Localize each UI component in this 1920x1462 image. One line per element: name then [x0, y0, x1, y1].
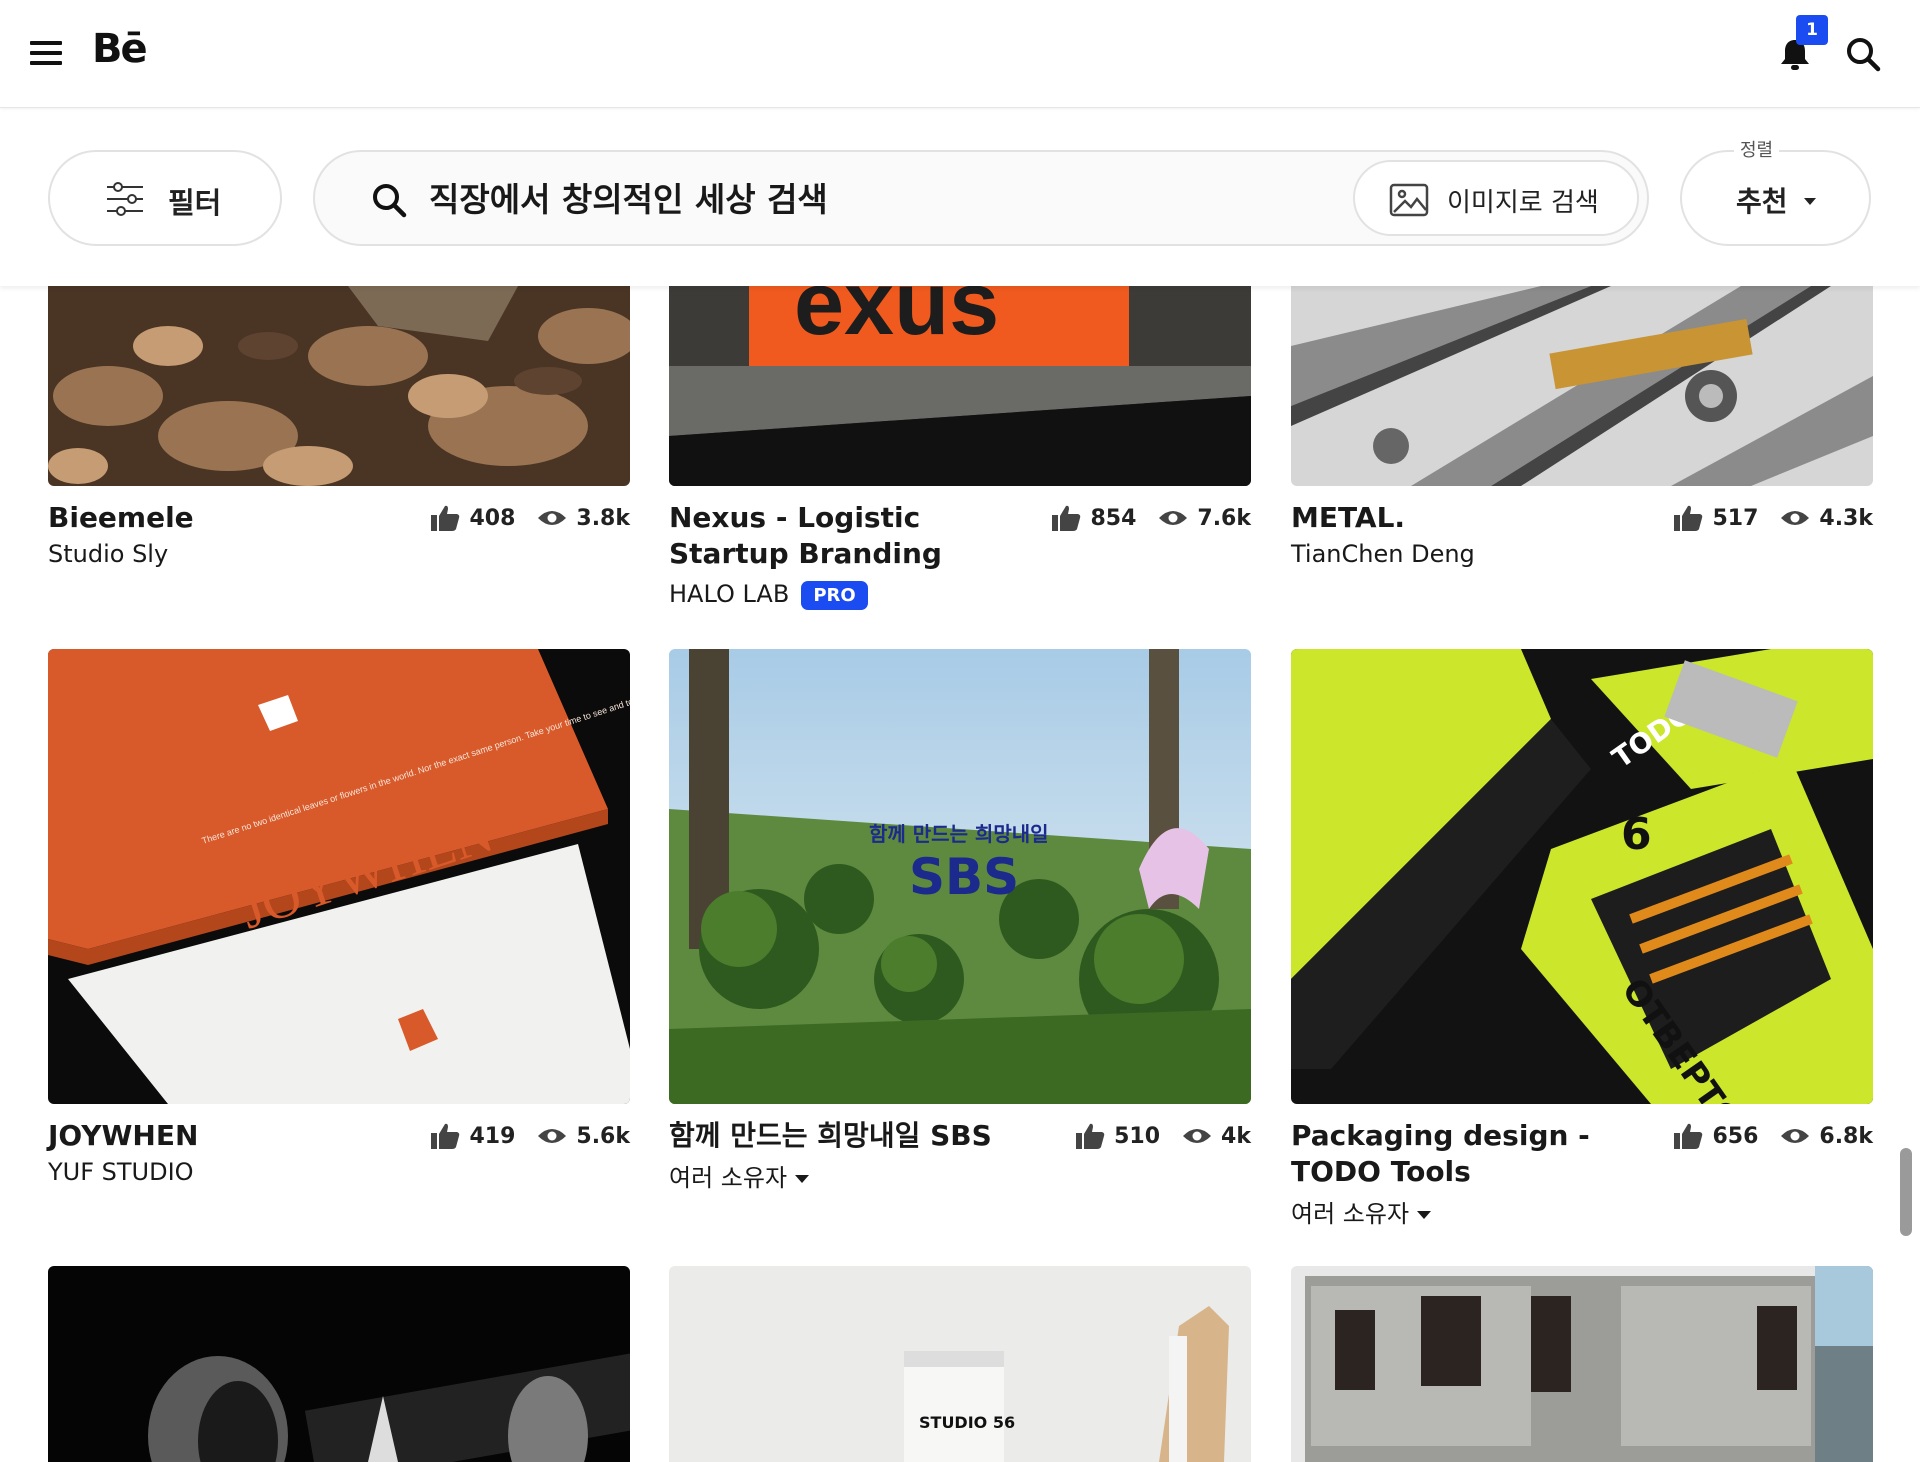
- eye-icon: [538, 1129, 567, 1143]
- project-thumbnail[interactable]: JOYWHEN There are no two identical leave…: [48, 649, 630, 1104]
- sbs-tagline-text: 함께 만드는 희망내일: [869, 822, 1049, 846]
- view-count: 5.6k: [576, 1123, 630, 1149]
- view-count: 3.8k: [576, 505, 630, 531]
- eye-icon: [1159, 511, 1188, 525]
- project-stats: 656 6.8k: [1651, 1118, 1873, 1154]
- project-title[interactable]: Bieemele: [48, 500, 194, 536]
- project-thumbnail[interactable]: STUDIO 56: [669, 1266, 1251, 1462]
- image-search-label: 이미지로 검색: [1447, 188, 1599, 218]
- search-filter-bar: 필터 이미지로 검색 정렬 추천: [0, 108, 1920, 286]
- menu-icon[interactable]: [30, 41, 62, 65]
- project-stats: 408 3.8k: [408, 500, 630, 536]
- project-owner[interactable]: Studio Sly: [48, 540, 168, 568]
- project-card: 6 TODO ОТВЕРТОК Packaging design - TODO …: [1291, 649, 1873, 1229]
- sliders-icon: [107, 182, 143, 216]
- caret-down-icon: [795, 1175, 810, 1183]
- project-card: [48, 1266, 630, 1462]
- project-title[interactable]: Nexus - Logistic Startup Branding: [669, 500, 1009, 572]
- owner-name: HALO LAB: [669, 580, 790, 608]
- image-search-button[interactable]: 이미지로 검색: [1353, 160, 1639, 236]
- project-stats: 854 7.6k: [1029, 500, 1251, 536]
- project-stats: 517 4.3k: [1651, 500, 1873, 536]
- thumbs-up-icon: [1076, 1123, 1105, 1149]
- project-card: [1291, 1266, 1873, 1462]
- project-stats: 510 4k: [1053, 1118, 1251, 1154]
- view-count: 7.6k: [1197, 505, 1251, 531]
- like-count: 419: [469, 1123, 516, 1149]
- project-title[interactable]: METAL.: [1291, 500, 1405, 536]
- chevron-down-icon: [1804, 198, 1816, 205]
- project-stats: 419 5.6k: [408, 1118, 630, 1154]
- project-owner[interactable]: HALO LAB PRO: [669, 580, 868, 610]
- search-icon: [373, 184, 407, 218]
- project-thumbnail[interactable]: [1291, 1266, 1873, 1462]
- project-title[interactable]: JOYWHEN: [48, 1118, 198, 1154]
- project-thumbnail[interactable]: 6 TODO ОТВЕРТОК: [1291, 649, 1873, 1104]
- project-card: JOYWHEN There are no two identical leave…: [48, 649, 630, 1229]
- project-owner[interactable]: TianChen Deng: [1291, 540, 1475, 568]
- thumbs-up-icon: [431, 505, 460, 531]
- nexus-box-text: exus: [794, 286, 999, 354]
- project-card: 함께 만드는 희망내일 SBS 함께 만드는 희망내일 SBS 여러 소유자 5…: [669, 649, 1251, 1229]
- filter-button[interactable]: 필터: [48, 150, 282, 246]
- project-thumbnail[interactable]: [48, 1266, 630, 1462]
- filter-label: 필터: [168, 186, 222, 220]
- project-owner[interactable]: YUF STUDIO: [48, 1158, 194, 1186]
- sort-value: 추천: [1736, 185, 1788, 218]
- view-count: 4.3k: [1819, 505, 1873, 531]
- view-count: 6.8k: [1819, 1123, 1873, 1149]
- image-icon: [1389, 183, 1429, 217]
- todo-count-text: 6: [1621, 809, 1652, 860]
- project-card: exus Nexus - Logistic Startup Branding H…: [669, 286, 1251, 616]
- thumbs-up-icon: [1674, 505, 1703, 531]
- search-input[interactable]: [429, 172, 1279, 226]
- thumbs-up-icon: [431, 1123, 460, 1149]
- project-card: METAL. TianChen Deng 517 4.3k: [1291, 286, 1873, 616]
- sort-caption: 정렬: [1734, 136, 1780, 162]
- pro-badge: PRO: [801, 580, 868, 610]
- like-count: 408: [469, 505, 516, 531]
- like-count: 510: [1114, 1123, 1161, 1149]
- eye-icon: [1781, 1129, 1810, 1143]
- eye-icon: [1781, 511, 1810, 525]
- top-navigation-bar: Bē 1: [0, 0, 1920, 108]
- sbs-logo-text: SBS: [909, 848, 1019, 906]
- project-title[interactable]: Packaging design - TODO Tools: [1291, 1118, 1661, 1190]
- owner-label: 여러 소유자: [669, 1164, 788, 1192]
- view-count: 4k: [1221, 1123, 1251, 1149]
- notification-count-badge: 1: [1796, 15, 1828, 45]
- like-count: 656: [1712, 1123, 1759, 1149]
- caret-down-icon: [1417, 1211, 1432, 1219]
- owner-label: 여러 소유자: [1291, 1200, 1410, 1228]
- thumbs-up-icon: [1052, 505, 1081, 531]
- project-thumbnail[interactable]: [1291, 286, 1873, 486]
- like-count: 517: [1712, 505, 1759, 531]
- project-thumbnail[interactable]: 함께 만드는 희망내일 SBS: [669, 649, 1251, 1104]
- studio-label-text: STUDIO 56: [919, 1413, 1015, 1432]
- project-title[interactable]: 함께 만드는 희망내일 SBS: [669, 1118, 992, 1154]
- project-card: Bieemele Studio Sly 408 3.8k: [48, 286, 630, 616]
- project-thumbnail[interactable]: [48, 286, 630, 486]
- search-icon[interactable]: [1845, 36, 1881, 72]
- thumbs-up-icon: [1674, 1123, 1703, 1149]
- like-count: 854: [1090, 505, 1137, 531]
- eye-icon: [538, 511, 567, 525]
- search-bar: 이미지로 검색: [313, 150, 1649, 246]
- behance-logo[interactable]: Bē: [92, 26, 148, 72]
- eye-icon: [1183, 1129, 1212, 1143]
- project-card: STUDIO 56: [669, 1266, 1251, 1462]
- project-thumbnail[interactable]: exus: [669, 286, 1251, 486]
- multiple-owners-dropdown[interactable]: 여러 소유자: [1291, 1194, 1432, 1229]
- sort-dropdown[interactable]: 추천: [1680, 150, 1871, 246]
- page-scrollbar[interactable]: [1900, 1148, 1912, 1236]
- multiple-owners-dropdown[interactable]: 여러 소유자: [669, 1158, 810, 1193]
